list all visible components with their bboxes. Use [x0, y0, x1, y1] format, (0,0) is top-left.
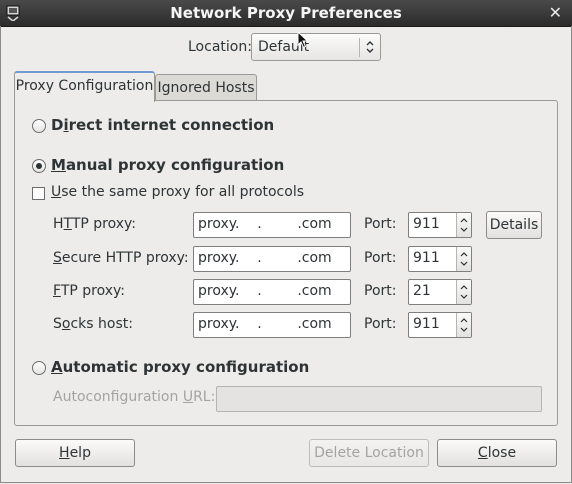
close-window-icon[interactable]: ✕ [549, 3, 562, 22]
mouse-cursor-icon [297, 31, 309, 49]
combo-separator [359, 38, 360, 57]
title-bar[interactable]: Network Proxy Preferences ✕ [0, 0, 572, 27]
spin-buttons[interactable] [456, 280, 471, 304]
ftp-proxy-host-input[interactable]: proxy. . .com [193, 279, 351, 305]
ftp-port-label: Port: [364, 283, 397, 299]
spin-arrows-icon [460, 318, 468, 332]
secure-http-port-spinner[interactable]: 911 [408, 246, 472, 272]
spin-buttons[interactable] [456, 247, 471, 271]
spin-buttons[interactable] [456, 313, 471, 337]
socks-port-spinner[interactable]: 911 [408, 312, 472, 338]
spin-arrows-icon [460, 285, 468, 299]
spin-buttons[interactable] [456, 213, 471, 237]
location-combo[interactable]: Default [251, 33, 381, 61]
socks-port-label: Port: [364, 316, 397, 332]
http-port-spinner[interactable]: 911 [408, 212, 472, 238]
http-port-value: 911 [413, 216, 440, 232]
spin-arrows-icon [460, 252, 468, 266]
manual-proxy-label[interactable]: Manual proxy configuration [51, 156, 284, 174]
socks-host-input[interactable]: proxy. . .com [193, 312, 351, 338]
secure-http-proxy-label: Secure HTTP proxy: [53, 250, 189, 266]
same-proxy-label[interactable]: Use the same proxy for all protocols [51, 184, 304, 200]
direct-connection-label[interactable]: Direct internet connection [51, 116, 274, 134]
window-title: Network Proxy Preferences [170, 4, 402, 22]
http-proxy-host-input[interactable]: proxy. . .com [193, 212, 351, 238]
ftp-port-value: 21 [413, 283, 431, 299]
http-proxy-label: HTTP proxy: [53, 216, 137, 232]
details-button[interactable]: Details [486, 211, 542, 239]
secure-http-port-value: 911 [413, 250, 440, 266]
secure-http-proxy-host-input[interactable]: proxy. . .com [193, 246, 351, 272]
http-port-label: Port: [364, 216, 397, 232]
socks-port-value: 911 [413, 316, 440, 332]
automatic-proxy-label[interactable]: Automatic proxy configuration [51, 358, 309, 376]
help-button[interactable]: Help [15, 439, 135, 467]
spin-arrows-icon [460, 218, 468, 232]
autoconfig-url-label: Autoconfiguration URL: [53, 389, 216, 405]
direct-connection-radio[interactable] [32, 119, 46, 133]
tab-ignored-hosts[interactable]: Ignored Hosts [155, 74, 257, 102]
automatic-proxy-radio[interactable] [32, 361, 46, 375]
secure-http-port-label: Port: [364, 250, 397, 266]
close-button[interactable]: Close [437, 439, 557, 467]
delete-location-button[interactable]: Delete Location [309, 439, 429, 467]
tab-proxy-configuration[interactable]: Proxy Configuration [14, 71, 155, 102]
autoconfig-url-input[interactable] [216, 386, 542, 412]
ftp-proxy-label: FTP proxy: [53, 283, 125, 299]
socks-host-label: Socks host: [53, 316, 133, 332]
ftp-port-spinner[interactable]: 21 [408, 279, 472, 305]
manual-proxy-radio[interactable] [32, 159, 46, 173]
same-proxy-checkbox[interactable] [32, 187, 45, 200]
location-label: Location: [188, 39, 252, 55]
radio-selected-dot [36, 163, 42, 169]
combo-arrows-icon [366, 41, 374, 53]
